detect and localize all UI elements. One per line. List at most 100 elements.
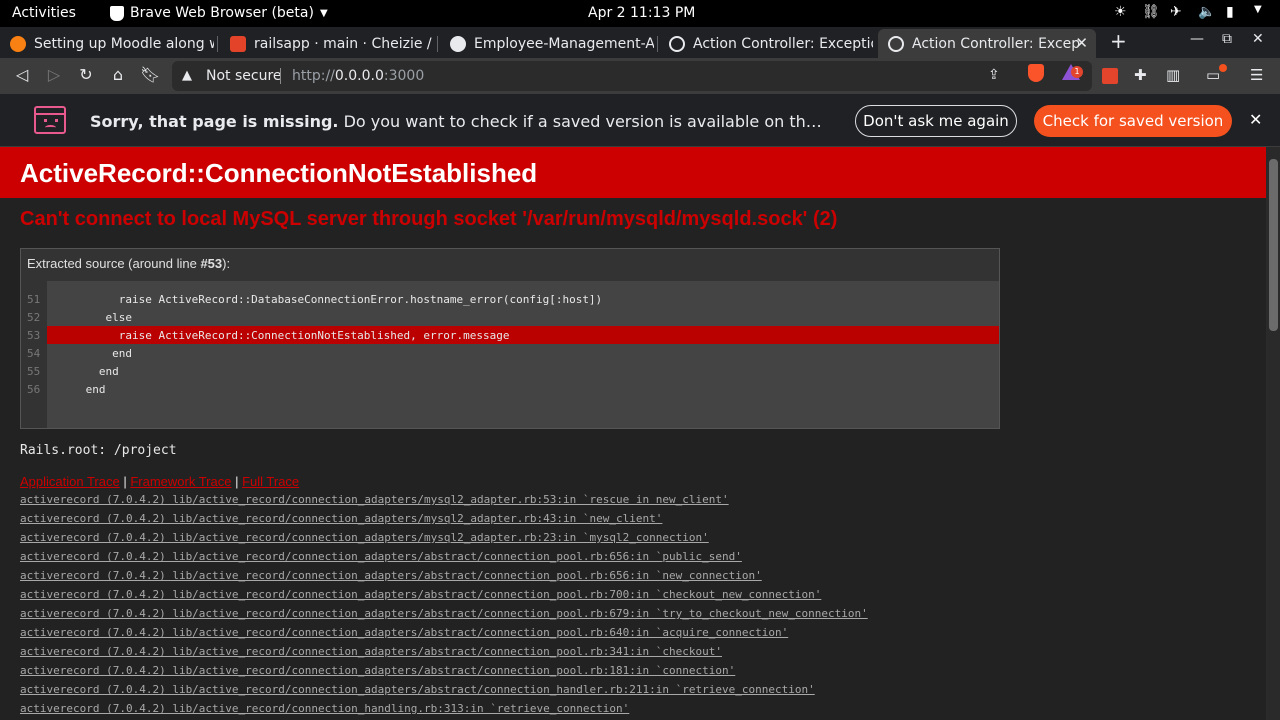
infobar-text: Do you want to check if a saved version … xyxy=(343,112,830,131)
rails-root: Rails.root: /project xyxy=(20,443,177,458)
wallet-icon[interactable]: ▭ xyxy=(1206,66,1220,84)
source-line-highlighted: 53 raise ActiveRecord::ConnectionNotEsta… xyxy=(21,326,999,344)
line-number: 56 xyxy=(27,383,41,396)
source-header-prefix: Extracted source (around line xyxy=(27,256,201,271)
source-code: 51 raise ActiveRecord::DatabaseConnectio… xyxy=(21,281,999,428)
sidebar-icon[interactable]: ▥ xyxy=(1166,66,1180,84)
tab-separator xyxy=(217,36,218,52)
scrollbar-thumb[interactable] xyxy=(1269,159,1278,331)
source-line: 52 else xyxy=(21,308,999,326)
share-icon[interactable]: ⇪ xyxy=(988,67,1000,83)
reload-button[interactable]: ↻ xyxy=(76,65,96,84)
dont-ask-again-button[interactable]: Don't ask me again xyxy=(855,105,1017,137)
trace-line[interactable]: activerecord (7.0.4.2) lib/active_record… xyxy=(20,626,868,645)
error-header: ActiveRecord::ConnectionNotEstablished xyxy=(0,147,1266,198)
source-line-number: #53 xyxy=(200,256,223,271)
tab-moodle[interactable]: Setting up Moodle along w xyxy=(0,29,218,58)
line-number: 53 xyxy=(27,329,41,342)
home-button[interactable]: ⌂ xyxy=(108,65,128,84)
tab-gitlab[interactable]: railsapp · main · Cheizie / ta xyxy=(220,29,438,58)
brave-app-icon xyxy=(110,5,124,21)
trace-list: activerecord (7.0.4.2) lib/active_record… xyxy=(20,493,868,720)
line-number: 54 xyxy=(27,347,41,360)
close-infobar-icon[interactable]: ✕ xyxy=(1249,110,1262,129)
brightness-icon: ☀ xyxy=(1114,4,1127,20)
gitlab-icon xyxy=(230,35,246,52)
forward-button[interactable]: ▷ xyxy=(44,65,64,84)
new-tab-button[interactable]: + xyxy=(1110,29,1127,53)
url-host: 0.0.0.0 xyxy=(334,68,384,84)
infobar-message: Sorry, that page is missing. Do you want… xyxy=(90,112,830,131)
trace-line[interactable]: activerecord (7.0.4.2) lib/active_record… xyxy=(20,588,868,607)
wallet-dot xyxy=(1219,64,1227,72)
trace-line[interactable]: activerecord (7.0.4.2) lib/active_record… xyxy=(20,493,868,512)
tab-action-controller-1[interactable]: Action Controller: Exceptio xyxy=(659,29,877,58)
minimize-button[interactable]: — xyxy=(1190,31,1204,47)
tab-separator xyxy=(437,36,438,52)
page-scrollbar[interactable] xyxy=(1266,147,1280,720)
trace-line[interactable]: activerecord (7.0.4.2) lib/active_record… xyxy=(20,645,868,664)
moodle-icon xyxy=(10,35,26,52)
trace-line[interactable]: activerecord (7.0.4.2) lib/active_record… xyxy=(20,531,868,550)
tab-strip: Setting up Moodle along w railsapp · mai… xyxy=(0,27,1280,58)
browser-toolbar: ◁ ▷ ↻ ⌂ 🔖︎ ▲ Not secure http://0.0.0.0:3… xyxy=(0,58,1280,94)
framework-trace-link[interactable]: Framework Trace xyxy=(130,474,231,489)
tab-title: Employee-Management-Ap xyxy=(474,35,654,52)
back-button[interactable]: ◁ xyxy=(12,65,32,84)
maximize-button[interactable]: ⧉ xyxy=(1222,31,1232,47)
line-code: raise ActiveRecord::DatabaseConnectionEr… xyxy=(79,293,603,306)
app-menu[interactable]: Brave Web Browser (beta) ▼ xyxy=(110,5,328,21)
trace-line[interactable]: activerecord (7.0.4.2) lib/active_record… xyxy=(20,569,868,588)
infobar-bold: Sorry, that page is missing. xyxy=(90,112,339,131)
line-code: raise ActiveRecord::ConnectionNotEstabli… xyxy=(79,329,510,342)
brave-shields-icon[interactable] xyxy=(1028,64,1044,82)
trace-line[interactable]: activerecord (7.0.4.2) lib/active_record… xyxy=(20,550,868,569)
address-bar[interactable]: ▲ Not secure http://0.0.0.0:3000 ⇪ xyxy=(172,61,1092,91)
clock[interactable]: Apr 2 11:13 PM xyxy=(588,5,695,21)
line-code: else xyxy=(79,311,132,324)
system-tray[interactable]: ☀ ⛓ ✈ 🔈 ▮ ▼ xyxy=(1114,4,1270,20)
tab-github[interactable]: Employee-Management-Ap xyxy=(440,29,658,58)
page-content: ActiveRecord::ConnectionNotEstablished C… xyxy=(0,147,1266,720)
network-icon: ⛓ xyxy=(1142,4,1160,20)
bookmark-button[interactable]: 🔖︎ xyxy=(140,65,160,84)
tab-title: Setting up Moodle along w xyxy=(34,35,214,52)
trace-line[interactable]: activerecord (7.0.4.2) lib/active_record… xyxy=(20,683,868,702)
full-trace-link[interactable]: Full Trace xyxy=(242,474,299,489)
globe-icon xyxy=(669,35,685,52)
source-line: 56 end xyxy=(21,380,999,398)
chevron-down-icon: ▼ xyxy=(1254,4,1262,15)
activities-button[interactable]: Activities xyxy=(12,5,76,21)
trace-line[interactable]: activerecord (7.0.4.2) lib/active_record… xyxy=(20,664,868,683)
airplane-icon: ✈ xyxy=(1170,4,1182,20)
trace-line[interactable]: activerecord (7.0.4.2) lib/active_record… xyxy=(20,607,868,626)
tab-title: railsapp · main · Cheizie / ta xyxy=(254,35,434,52)
tab-action-controller-active[interactable]: Action Controller: Excep ✕ xyxy=(878,29,1096,58)
line-number: 51 xyxy=(27,293,41,306)
source-line: 51 raise ActiveRecord::DatabaseConnectio… xyxy=(21,290,999,308)
trace-line[interactable]: activerecord (7.0.4.2) lib/active_record… xyxy=(20,512,868,531)
line-code: end xyxy=(79,347,132,360)
line-number: 55 xyxy=(27,365,41,378)
system-top-bar: Activities Brave Web Browser (beta) ▼ Ap… xyxy=(0,0,1280,27)
tab-title: Action Controller: Excep xyxy=(912,35,1081,52)
tab-separator xyxy=(657,36,658,52)
close-tab-icon[interactable]: ✕ xyxy=(1075,34,1088,52)
trace-line[interactable]: activerecord (7.0.4.2) lib/active_record… xyxy=(20,702,868,720)
source-header: Extracted source (around line #53): xyxy=(27,256,230,271)
close-window-button[interactable]: ✕ xyxy=(1252,31,1264,47)
globe-icon xyxy=(888,35,904,52)
security-label[interactable]: Not secure xyxy=(206,68,282,84)
application-trace-link[interactable]: Application Trace xyxy=(20,474,120,489)
url-text[interactable]: http://0.0.0.0:3000 xyxy=(292,68,424,84)
check-saved-version-button[interactable]: Check for saved version xyxy=(1034,105,1232,137)
warning-icon[interactable]: ▲ xyxy=(182,68,196,83)
line-code: end xyxy=(79,365,119,378)
extensions-puzzle-icon[interactable]: ✚ xyxy=(1134,66,1147,84)
error-title: ActiveRecord::ConnectionNotEstablished xyxy=(20,158,538,188)
extension-icon[interactable] xyxy=(1102,68,1118,84)
menu-icon[interactable]: ☰ xyxy=(1250,66,1263,84)
trace-tabs: Application Trace | Framework Trace | Fu… xyxy=(20,474,300,489)
sad-page-icon xyxy=(34,106,66,134)
rewards-badge: 1 xyxy=(1071,66,1083,78)
